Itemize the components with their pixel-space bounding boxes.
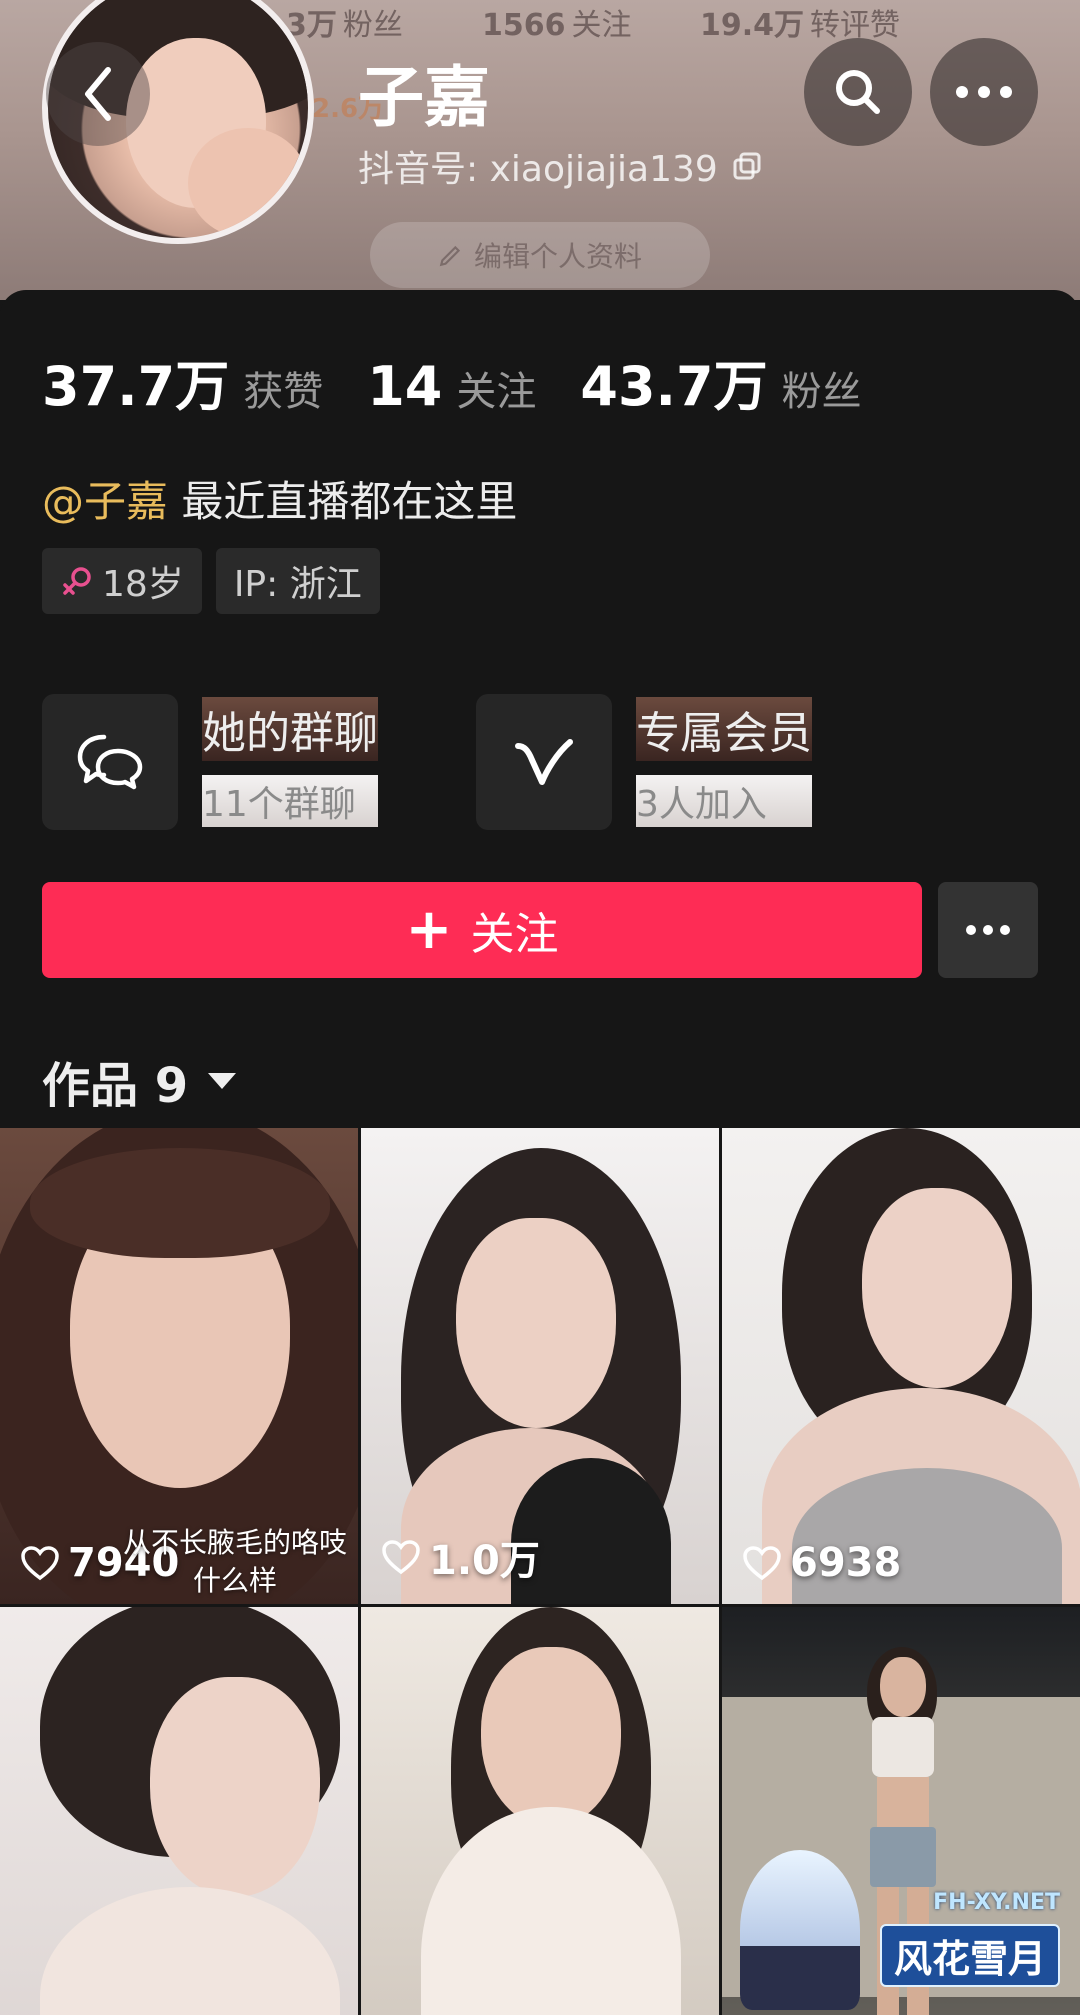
- search-button[interactable]: [804, 38, 912, 146]
- mascot-image: [740, 1850, 860, 2010]
- profile-stats: 37.7万 获赞 14 关注 43.7万 粉丝: [42, 342, 906, 421]
- ellipsis-icon: [956, 86, 1012, 98]
- ellipsis-icon: [966, 925, 1010, 935]
- profile-bio: @子嘉 最近直播都在这里: [42, 468, 517, 529]
- like-count: 6938: [742, 1540, 901, 1586]
- heart-icon: [382, 1540, 420, 1575]
- site-watermark: FH-XY.NET 风花雪月: [730, 1850, 1070, 2010]
- pencil-icon: [439, 245, 461, 267]
- more-actions-button[interactable]: [938, 882, 1038, 978]
- stat-likes[interactable]: 37.7万 获赞: [42, 342, 323, 421]
- stat-following[interactable]: 14 关注: [367, 355, 536, 418]
- plus-icon: +: [405, 897, 453, 962]
- video-tile[interactable]: 7940 从不长腋毛的咯吱什么样: [0, 1128, 358, 1604]
- watermark-url: FH-XY.NET: [933, 1890, 1060, 1915]
- watermark-name: 风花雪月: [879, 1924, 1060, 1987]
- video-tile[interactable]: [0, 1607, 358, 2015]
- video-tile[interactable]: 6938: [722, 1128, 1080, 1604]
- female-icon: [63, 567, 91, 595]
- bg-following-stat: 1566 关注: [482, 8, 632, 43]
- group-chat-entry[interactable]: 她的群聊 11个群聊: [42, 694, 378, 830]
- back-button[interactable]: [46, 42, 150, 146]
- caret-down-icon: [208, 1073, 237, 1089]
- heart-icon: [21, 1546, 59, 1581]
- like-count: 1.0万: [381, 1528, 540, 1586]
- bg-edit-profile: 编辑个人资料: [370, 222, 710, 288]
- chat-bubbles-icon: [42, 694, 178, 830]
- vip-membership-entry[interactable]: 专属会员 3人加入: [476, 694, 812, 830]
- douyin-id: 抖音号: xiaojiajia139: [358, 140, 762, 192]
- stat-fans[interactable]: 43.7万 粉丝: [580, 342, 861, 421]
- video-tile[interactable]: [361, 1607, 719, 2015]
- profile-tags: 18岁 IP: 浙江: [42, 548, 380, 614]
- profile-header: 3万 粉丝 1566 关注 19.4万 转评赞 2.6万 编辑个人资料 子嘉 抖音号:…: [0, 0, 1080, 300]
- follow-button[interactable]: + 关注: [42, 882, 922, 978]
- heart-icon: [743, 1546, 781, 1581]
- vip-v-icon: [476, 694, 612, 830]
- profile-nickname: 子嘉: [358, 59, 490, 136]
- video-tile[interactable]: 1.0万: [361, 1128, 719, 1604]
- video-caption: 从不长腋毛的咯吱什么样: [122, 1526, 347, 1597]
- chevron-left-icon: [85, 67, 111, 121]
- bio-mention-link[interactable]: @子嘉: [42, 477, 168, 526]
- search-icon: [836, 70, 880, 114]
- more-options-button[interactable]: [930, 38, 1038, 146]
- ip-location-tag: IP: 浙江: [215, 548, 380, 614]
- works-tab-title[interactable]: 作品 9: [42, 1046, 237, 1116]
- copy-icon[interactable]: [732, 151, 762, 181]
- age-tag: 18岁: [42, 548, 202, 614]
- bg-likes-stat: 19.4万 转评赞: [700, 8, 901, 43]
- bio-text: 最近直播都在这里: [168, 477, 518, 526]
